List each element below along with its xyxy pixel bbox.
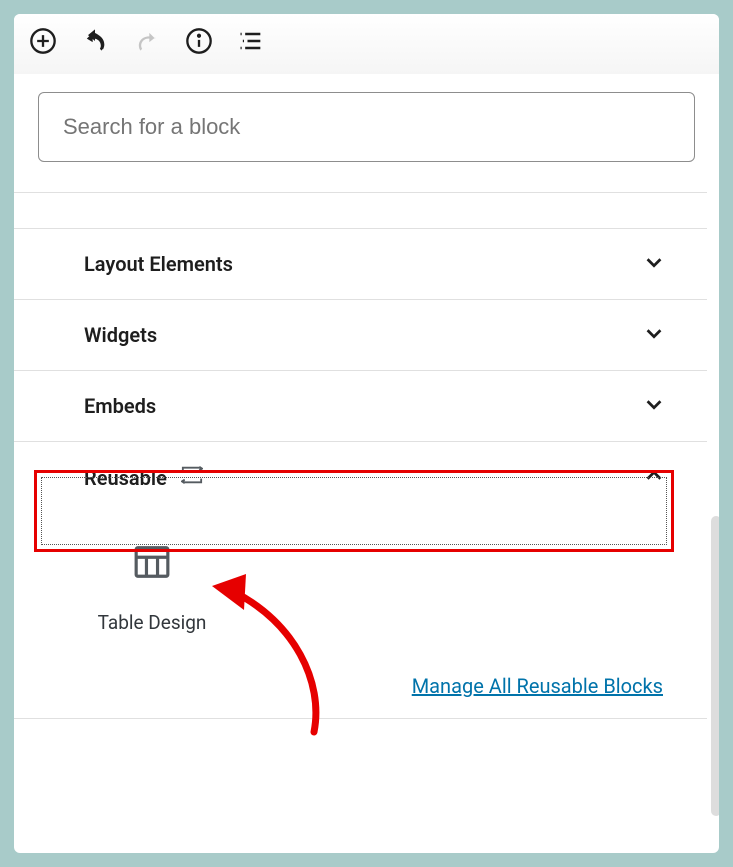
- category-layout-elements[interactable]: Layout Elements: [14, 228, 707, 299]
- block-item-label: Table Design: [98, 611, 207, 634]
- block-inserter-panel: Layout Elements Widgets Embeds Re: [14, 14, 719, 853]
- chevron-down-icon: [643, 322, 665, 348]
- manage-reusable-blocks-link[interactable]: Manage All Reusable Blocks: [412, 674, 663, 698]
- info-button[interactable]: [184, 26, 214, 56]
- category-label: Layout Elements: [84, 252, 233, 276]
- block-categories: Layout Elements Widgets Embeds Re: [14, 192, 719, 719]
- category-embeds[interactable]: Embeds: [14, 370, 707, 441]
- add-block-button[interactable]: [28, 26, 58, 56]
- undo-button[interactable]: [80, 26, 110, 56]
- table-icon: [133, 543, 171, 585]
- scrollbar[interactable]: [711, 516, 719, 816]
- category-label-text: Reusable: [84, 466, 167, 490]
- category-widgets[interactable]: Widgets: [14, 299, 707, 370]
- outline-button[interactable]: [236, 26, 266, 56]
- category-row-partial: [14, 192, 707, 228]
- category-label: Widgets: [84, 323, 157, 347]
- reusable-icon: [181, 464, 203, 491]
- category-label: Embeds: [84, 394, 156, 418]
- block-item-table-design[interactable]: Table Design: [72, 543, 232, 634]
- redo-button[interactable]: [132, 26, 162, 56]
- search-wrap: [14, 74, 719, 162]
- reusable-blocks-grid: Table Design: [14, 513, 707, 634]
- block-search-input[interactable]: [38, 92, 695, 162]
- category-reusable[interactable]: Reusable: [14, 441, 707, 513]
- editor-toolbar: [14, 14, 719, 74]
- chevron-down-icon: [643, 393, 665, 419]
- category-label: Reusable: [84, 464, 203, 491]
- manage-link-wrap: Manage All Reusable Blocks: [14, 634, 707, 719]
- chevron-up-icon: [643, 465, 665, 491]
- chevron-down-icon: [643, 251, 665, 277]
